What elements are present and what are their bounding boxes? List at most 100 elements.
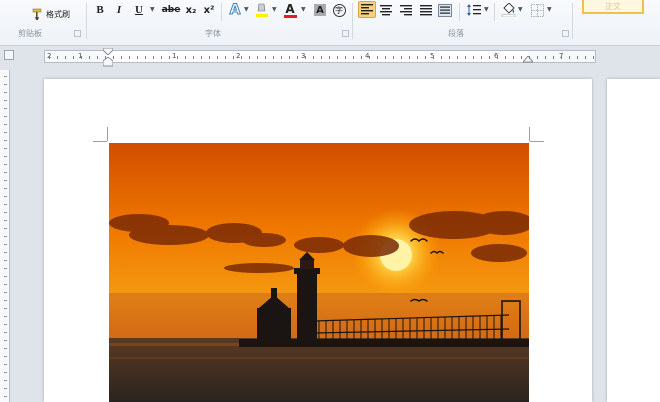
shading-dropdown-arrow[interactable]: ▼ (518, 6, 523, 13)
ruler-tick (145, 56, 146, 59)
format-painter-button[interactable]: 格式刷 (32, 7, 70, 21)
line-spacing-dropdown-arrow[interactable]: ▼ (484, 6, 489, 13)
text-effects-button[interactable]: A (227, 2, 243, 19)
text-effects-dropdown-arrow[interactable]: ▼ (244, 6, 249, 13)
ruler-tick (4, 396, 7, 397)
ruler-tick (529, 56, 530, 59)
ruler-tick (4, 308, 7, 309)
ruler-tick (401, 56, 402, 59)
distributed-button[interactable] (437, 2, 453, 18)
ruler-tick (105, 56, 106, 59)
underline-button[interactable]: U (131, 2, 147, 18)
ruler-tick (4, 100, 7, 101)
ruler-tick (313, 56, 314, 59)
paragraph-group-label: 段落 (448, 29, 464, 38)
line-spacing-button[interactable] (466, 2, 482, 18)
ruler-tick (265, 56, 266, 59)
enclose-characters-button[interactable]: 字 (331, 2, 347, 18)
italic-button[interactable]: I (111, 2, 127, 18)
clipboard-group-label: 剪贴板 (18, 29, 42, 38)
ruler-tick (4, 212, 7, 213)
ruler-tick (113, 56, 114, 59)
style-normal-label: 正文 (605, 2, 621, 11)
font-dialog-launcher[interactable] (342, 30, 349, 37)
ruler-tick (249, 56, 250, 59)
distributed-icon (438, 3, 452, 17)
justify-icon (420, 4, 432, 15)
font-color-button[interactable]: A (282, 2, 298, 18)
clipboard-dialog-launcher[interactable] (74, 30, 81, 37)
ruler-tick (153, 56, 154, 59)
next-page-edge (607, 79, 660, 402)
ruler-tick (537, 56, 538, 59)
ruler-tick (465, 56, 466, 59)
right-indent-marker[interactable] (523, 56, 533, 63)
group-divider (459, 3, 460, 21)
align-center-icon (380, 4, 392, 15)
ruler-tick (561, 56, 562, 59)
ruler-tick (73, 56, 74, 59)
ruler-tick (4, 236, 7, 237)
ruler-tick (281, 56, 282, 59)
ruler-tick (521, 56, 522, 59)
paragraph-dialog-launcher[interactable] (562, 30, 569, 37)
sunset-lighthouse-photo (109, 143, 529, 402)
ruler-tick (257, 56, 258, 59)
style-normal-tile[interactable]: 正文 (582, 0, 644, 14)
ruler-tick (4, 364, 7, 365)
underline-dropdown-arrow[interactable]: ▼ (150, 6, 155, 13)
align-right-button[interactable] (398, 2, 414, 18)
vertical-ruler[interactable] (0, 70, 10, 402)
ruler-tick (329, 56, 330, 59)
text-highlight-dropdown-arrow[interactable]: ▼ (272, 6, 277, 13)
ruler-tick (4, 260, 7, 261)
ruler-tick (4, 124, 7, 125)
superscript-button[interactable]: x² (201, 2, 217, 18)
tab-stop-selector[interactable] (4, 50, 14, 60)
align-left-button[interactable] (358, 1, 376, 18)
shading-button[interactable] (500, 2, 516, 18)
ruler-tick (441, 56, 442, 59)
character-shading-button[interactable]: A (312, 2, 328, 18)
ruler-tick (4, 188, 7, 189)
ruler-tick (593, 56, 594, 59)
ruler-tick (89, 56, 90, 59)
group-divider (221, 3, 222, 21)
borders-dropdown-arrow[interactable]: ▼ (547, 6, 552, 13)
first-line-indent-marker[interactable] (103, 48, 113, 55)
strikethrough-button[interactable]: abe (161, 2, 181, 18)
ruler-tick (97, 56, 98, 59)
ruler-tick (241, 56, 242, 59)
ruler-tick (4, 372, 7, 373)
format-painter-label: 格式刷 (46, 9, 70, 19)
ruler-tick (457, 56, 458, 59)
borders-button[interactable] (529, 2, 545, 18)
ruler-bar: 1 2 1 2 3 4 5 6 7 (0, 47, 660, 67)
text-highlight-button[interactable] (254, 2, 270, 18)
align-center-button[interactable] (378, 2, 394, 18)
ruler-tick (161, 56, 162, 59)
ruler-tick (417, 56, 418, 59)
ruler-tick (297, 56, 298, 59)
ruler-tick (177, 56, 178, 59)
crop-mark (107, 127, 108, 141)
ruler-tick (4, 292, 7, 293)
paintbrush-icon (32, 8, 42, 20)
ruler-tick (4, 388, 7, 389)
font-color-dropdown-arrow[interactable]: ▼ (301, 6, 306, 13)
ruler-tick (4, 284, 7, 285)
inserted-image[interactable] (109, 143, 529, 402)
group-divider (352, 3, 353, 39)
horizontal-ruler[interactable]: 1 2 1 2 3 4 5 6 7 (44, 48, 596, 67)
ruler-tick (4, 76, 7, 77)
ruler-number: 2 (236, 52, 241, 60)
ruler-tick (489, 56, 490, 59)
bold-button[interactable]: B (92, 2, 108, 18)
ruler-tick (4, 84, 7, 85)
justify-button[interactable] (418, 2, 434, 18)
subscript-button[interactable]: x₂ (183, 2, 199, 18)
line-spacing-icon (467, 4, 481, 16)
ruler-tick (4, 276, 7, 277)
ruler-tick (129, 56, 130, 59)
ruler-tick (4, 324, 7, 325)
